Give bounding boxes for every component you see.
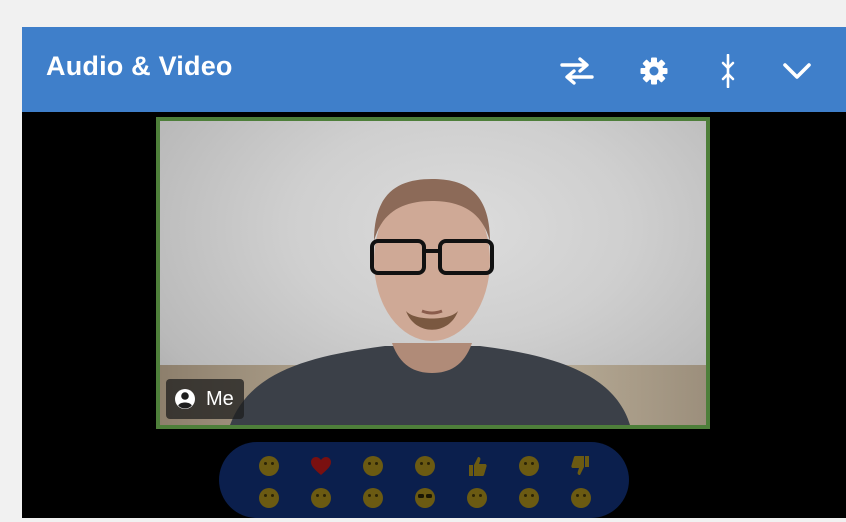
switch-layout-button[interactable] bbox=[555, 49, 599, 93]
astonished-reaction[interactable] bbox=[569, 486, 593, 510]
astonished-icon bbox=[571, 488, 591, 508]
sad-icon bbox=[519, 456, 539, 476]
neutral-smile-icon bbox=[363, 488, 383, 508]
resize-button[interactable] bbox=[706, 49, 750, 93]
participant-name-tag: Me bbox=[166, 379, 244, 419]
heart-reaction[interactable] bbox=[309, 454, 333, 478]
expressionless-reaction[interactable] bbox=[517, 486, 541, 510]
settings-button[interactable] bbox=[632, 49, 676, 93]
surprised-reaction[interactable] bbox=[413, 454, 437, 478]
participant-name-label: Me bbox=[206, 387, 234, 410]
gear-icon bbox=[640, 57, 668, 85]
panel-title: Audio & Video bbox=[46, 51, 233, 81]
grin-icon bbox=[363, 456, 383, 476]
blush-icon bbox=[311, 488, 331, 508]
vertical-resize-icon bbox=[721, 54, 735, 88]
blush-reaction[interactable] bbox=[309, 486, 333, 510]
thinking-reaction[interactable] bbox=[465, 486, 489, 510]
surprised-icon bbox=[415, 456, 435, 476]
thinking-icon bbox=[467, 488, 487, 508]
heart-icon bbox=[311, 457, 331, 475]
sad-reaction[interactable] bbox=[517, 454, 541, 478]
slight-smile-reaction[interactable] bbox=[257, 486, 281, 510]
audio-video-panel: Audio & Video Me bbox=[22, 27, 846, 518]
slight-smile-icon bbox=[259, 488, 279, 508]
collapse-button[interactable] bbox=[775, 49, 819, 93]
smile-icon bbox=[259, 456, 279, 476]
expressionless-icon bbox=[519, 488, 539, 508]
chevron-down-icon bbox=[783, 63, 811, 79]
swap-arrows-icon bbox=[560, 57, 594, 85]
thumbs-down-reaction[interactable] bbox=[569, 454, 593, 478]
grin-reaction[interactable] bbox=[361, 454, 385, 478]
thumbs-down-icon bbox=[571, 456, 589, 475]
sunglasses-icon bbox=[415, 488, 435, 508]
self-video-tile[interactable]: Me bbox=[156, 117, 710, 429]
sunglasses-reaction[interactable] bbox=[413, 486, 437, 510]
neutral-smile-reaction[interactable] bbox=[361, 486, 385, 510]
thumbs-up-icon bbox=[469, 457, 487, 476]
reactions-bar bbox=[219, 442, 629, 518]
thumbs-up-reaction[interactable] bbox=[465, 454, 489, 478]
smile-reaction[interactable] bbox=[257, 454, 281, 478]
panel-header: Audio & Video bbox=[22, 27, 846, 112]
user-circle-icon bbox=[175, 389, 195, 409]
